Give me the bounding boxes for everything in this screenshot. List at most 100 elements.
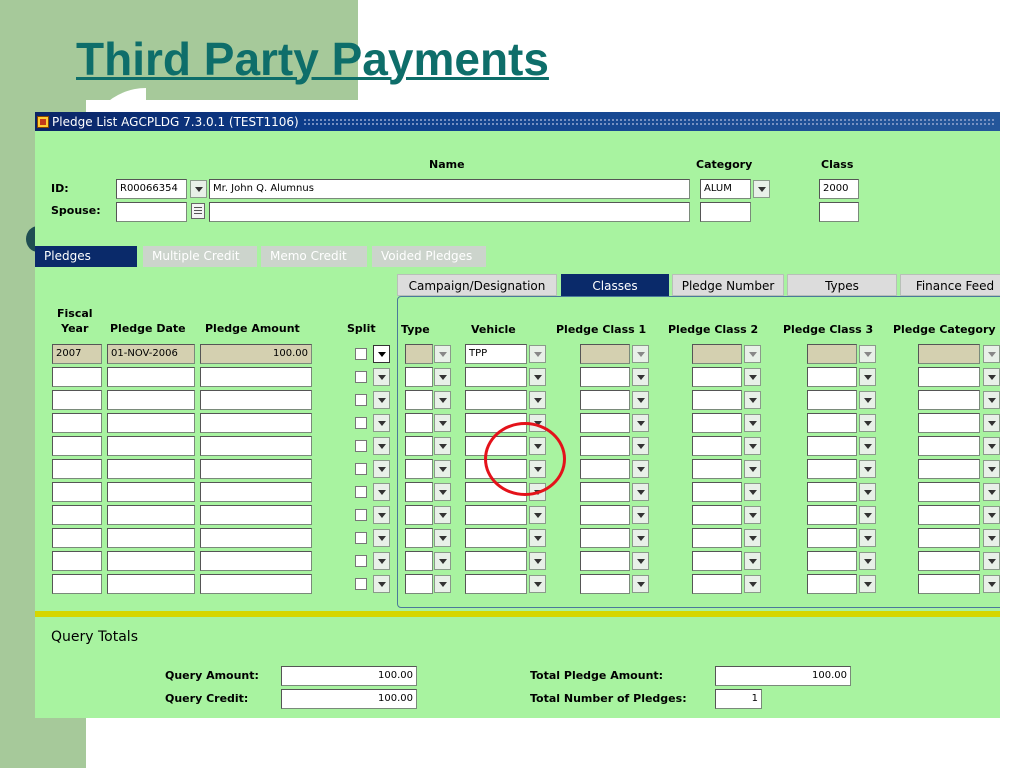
pledge-amount-field[interactable] — [200, 574, 312, 594]
split-dropdown-icon[interactable] — [373, 483, 390, 501]
pledge-category-dropdown-icon[interactable] — [983, 437, 1000, 455]
pledge-class-2-field[interactable] — [692, 528, 742, 548]
pledge-class-1-field[interactable] — [580, 459, 630, 479]
fiscal-year-field[interactable] — [52, 574, 102, 594]
pledge-class-2-dropdown-icon[interactable] — [744, 483, 761, 501]
pledge-date-field[interactable] — [107, 367, 195, 387]
fiscal-year-field[interactable] — [52, 551, 102, 571]
pledge-category-field[interactable] — [918, 528, 980, 548]
fiscal-year-field[interactable]: 2007 — [52, 344, 102, 364]
pledge-class-2-field[interactable] — [692, 436, 742, 456]
pledge-class-3-field[interactable] — [807, 482, 857, 502]
fiscal-year-field[interactable] — [52, 390, 102, 410]
pledge-class-1-field[interactable] — [580, 436, 630, 456]
type-dropdown-icon[interactable] — [434, 529, 451, 547]
vehicle-field[interactable] — [465, 367, 527, 387]
fiscal-year-field[interactable] — [52, 459, 102, 479]
id-search-icon[interactable] — [190, 180, 207, 198]
fiscal-year-field[interactable] — [52, 413, 102, 433]
pledge-category-field[interactable] — [918, 482, 980, 502]
fiscal-year-field[interactable] — [52, 367, 102, 387]
type-field[interactable] — [405, 344, 433, 364]
tab-multiple-credit[interactable]: Multiple Credit — [143, 246, 257, 267]
pledge-date-field[interactable] — [107, 574, 195, 594]
split-checkbox[interactable] — [355, 578, 367, 590]
query-credit-field[interactable]: 100.00 — [281, 689, 417, 709]
pledge-class-2-dropdown-icon[interactable] — [744, 506, 761, 524]
type-field[interactable] — [405, 482, 433, 502]
vehicle-field[interactable] — [465, 574, 527, 594]
pledge-category-field[interactable] — [918, 413, 980, 433]
split-dropdown-icon[interactable] — [373, 552, 390, 570]
pledge-class-3-field[interactable] — [807, 505, 857, 525]
split-checkbox[interactable] — [355, 509, 367, 521]
name-field[interactable]: Mr. John Q. Alumnus — [209, 179, 690, 199]
pledge-class-3-dropdown-icon[interactable] — [859, 575, 876, 593]
pledge-class-1-dropdown-icon[interactable] — [632, 414, 649, 432]
window-titlebar[interactable]: Pledge List AGCPLDG 7.3.0.1 (TEST1106) — [35, 112, 1000, 131]
split-checkbox[interactable] — [355, 463, 367, 475]
tab-campaign-designation[interactable]: Campaign/Designation — [397, 274, 557, 296]
pledge-class-3-field[interactable] — [807, 413, 857, 433]
pledge-class-2-field[interactable] — [692, 344, 742, 364]
pledge-class-3-dropdown-icon[interactable] — [859, 483, 876, 501]
type-field[interactable] — [405, 413, 433, 433]
pledge-class-3-dropdown-icon[interactable] — [859, 368, 876, 386]
split-dropdown-icon[interactable] — [373, 437, 390, 455]
pledge-class-3-field[interactable] — [807, 436, 857, 456]
pledge-class-3-dropdown-icon[interactable] — [859, 460, 876, 478]
pledge-class-1-field[interactable] — [580, 551, 630, 571]
pledge-date-field[interactable] — [107, 551, 195, 571]
pledge-class-2-field[interactable] — [692, 482, 742, 502]
pledge-amount-field[interactable] — [200, 551, 312, 571]
pledge-class-3-dropdown-icon[interactable] — [859, 529, 876, 547]
type-field[interactable] — [405, 459, 433, 479]
split-dropdown-icon[interactable] — [373, 506, 390, 524]
pledge-class-2-dropdown-icon[interactable] — [744, 391, 761, 409]
pledge-class-3-field[interactable] — [807, 459, 857, 479]
pledge-amount-field[interactable] — [200, 482, 312, 502]
pledge-category-dropdown-icon[interactable] — [983, 391, 1000, 409]
pledge-class-3-dropdown-icon[interactable] — [859, 391, 876, 409]
type-dropdown-icon[interactable] — [434, 391, 451, 409]
type-dropdown-icon[interactable] — [434, 368, 451, 386]
pledge-class-1-dropdown-icon[interactable] — [632, 437, 649, 455]
type-dropdown-icon[interactable] — [434, 552, 451, 570]
pledge-class-3-field[interactable] — [807, 551, 857, 571]
pledge-category-dropdown-icon[interactable] — [983, 506, 1000, 524]
type-field[interactable] — [405, 551, 433, 571]
pledge-class-1-dropdown-icon[interactable] — [632, 529, 649, 547]
vehicle-dropdown-icon[interactable] — [529, 345, 546, 363]
pledge-class-3-dropdown-icon[interactable] — [859, 414, 876, 432]
vehicle-dropdown-icon[interactable] — [529, 529, 546, 547]
pledge-category-dropdown-icon[interactable] — [983, 529, 1000, 547]
split-checkbox[interactable] — [355, 532, 367, 544]
pledge-amount-field[interactable] — [200, 505, 312, 525]
pledge-class-1-field[interactable] — [580, 413, 630, 433]
pledge-category-dropdown-icon[interactable] — [983, 414, 1000, 432]
split-checkbox[interactable] — [355, 440, 367, 452]
type-field[interactable] — [405, 505, 433, 525]
split-checkbox[interactable] — [355, 417, 367, 429]
type-dropdown-icon[interactable] — [434, 437, 451, 455]
pledge-category-dropdown-icon[interactable] — [983, 345, 1000, 363]
pledge-amount-field[interactable] — [200, 459, 312, 479]
pledge-class-3-field[interactable] — [807, 390, 857, 410]
pledge-class-2-field[interactable] — [692, 574, 742, 594]
split-dropdown-icon[interactable] — [373, 391, 390, 409]
type-dropdown-icon[interactable] — [434, 345, 451, 363]
spouse-id-field[interactable] — [116, 202, 187, 222]
pledge-class-1-field[interactable] — [580, 505, 630, 525]
pledge-class-3-field[interactable] — [807, 528, 857, 548]
pledge-class-3-field[interactable] — [807, 344, 857, 364]
vehicle-field[interactable] — [465, 551, 527, 571]
vehicle-dropdown-icon[interactable] — [529, 506, 546, 524]
split-dropdown-icon[interactable] — [373, 575, 390, 593]
pledge-class-2-dropdown-icon[interactable] — [744, 575, 761, 593]
type-dropdown-icon[interactable] — [434, 483, 451, 501]
pledge-category-field[interactable] — [918, 505, 980, 525]
pledge-class-3-dropdown-icon[interactable] — [859, 437, 876, 455]
split-checkbox[interactable] — [355, 555, 367, 567]
pledge-class-2-dropdown-icon[interactable] — [744, 437, 761, 455]
pledge-class-1-dropdown-icon[interactable] — [632, 391, 649, 409]
